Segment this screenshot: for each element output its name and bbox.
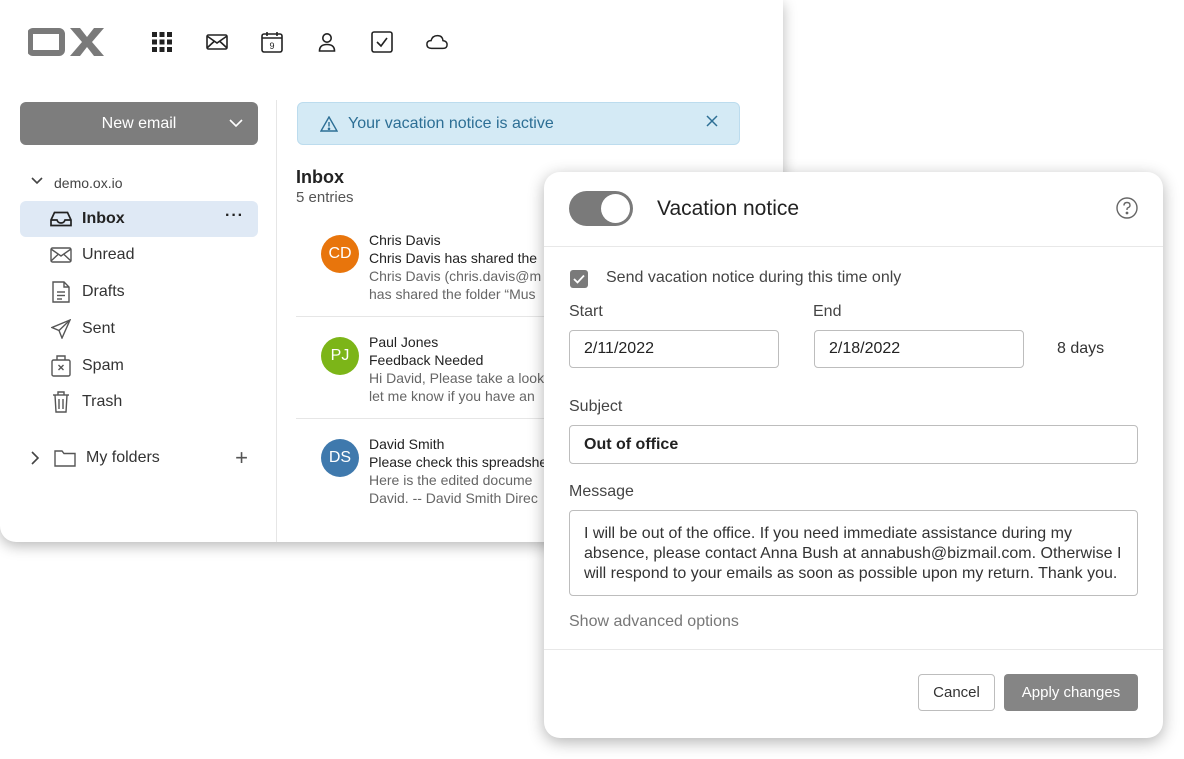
calendar-icon[interactable]: 9 — [261, 31, 283, 53]
document-icon — [50, 281, 72, 303]
avatar: PJ — [321, 337, 359, 375]
list-item[interactable]: DS David Smith Please check this spreads… — [296, 433, 556, 529]
dialog-divider — [544, 246, 1163, 247]
warning-icon — [320, 115, 338, 132]
message-preview: has shared the folder “Mus — [369, 286, 536, 302]
tasks-icon[interactable] — [371, 31, 393, 53]
end-label: End — [813, 303, 842, 320]
message-preview: David. -- David Smith Direc — [369, 490, 538, 506]
message-preview: let me know if you have an — [369, 388, 535, 404]
message-preview: Hi David, Please take a look — [369, 370, 545, 386]
toggle-knob — [601, 194, 630, 223]
sidebar-item-label: Sent — [82, 320, 115, 337]
dialog-divider — [544, 649, 1163, 650]
more-options-icon[interactable]: ··· — [225, 207, 244, 225]
vacation-notice-text: Your vacation notice is active — [348, 114, 554, 132]
sidebar-item-label: Spam — [82, 357, 124, 374]
message-from: Chris Davis — [369, 232, 441, 248]
my-folders-label: My folders — [86, 449, 160, 466]
ox-logo[interactable] — [27, 28, 106, 61]
vacation-toggle[interactable] — [569, 191, 633, 226]
message-textarea[interactable]: I will be out of the office. If you need… — [569, 510, 1138, 596]
vacation-notice-banner[interactable]: Your vacation notice is active — [297, 102, 740, 145]
trash-icon — [50, 391, 72, 413]
sidebar-item-label: Drafts — [82, 283, 125, 300]
new-email-button[interactable]: New email — [20, 102, 258, 145]
inbox-icon — [50, 211, 72, 227]
spam-icon — [50, 355, 72, 377]
message-subject: Chris Davis has shared the — [369, 250, 538, 266]
list-item[interactable]: CD Chris Davis Chris Davis has shared th… — [296, 229, 556, 325]
list-divider — [296, 316, 556, 317]
start-date-field[interactable]: 2/11/2022 — [569, 330, 779, 368]
message-label: Message — [569, 483, 634, 500]
time-only-label: Send vacation notice during this time on… — [606, 269, 902, 286]
contacts-icon[interactable] — [316, 31, 338, 53]
days-count: 8 days — [1057, 340, 1105, 357]
vacation-notice-dialog: Vacation notice Send vacation notice dur… — [544, 172, 1163, 738]
dialog-title: Vacation notice — [657, 197, 800, 220]
sidebar-item-inbox[interactable]: Inbox ··· — [20, 201, 258, 237]
subject-field[interactable]: Out of office — [569, 425, 1138, 464]
folder-icon — [54, 449, 76, 467]
message-subject: Feedback Needed — [369, 352, 484, 368]
account-node[interactable]: demo.ox.io — [30, 174, 122, 191]
list-count: 5 entries — [296, 189, 354, 206]
envelope-icon — [50, 247, 72, 263]
sidebar-item-spam[interactable]: Spam — [20, 348, 258, 384]
close-icon[interactable] — [705, 114, 719, 133]
list-title: Inbox — [296, 167, 344, 187]
message-from: Paul Jones — [369, 334, 439, 350]
calendar-day: 9 — [269, 41, 274, 51]
message-preview: Chris Davis (chris.davis@m — [369, 268, 542, 284]
chevron-right-icon[interactable] — [30, 450, 40, 466]
mail-icon[interactable] — [206, 31, 228, 53]
sidebar-item-unread[interactable]: Unread — [20, 237, 258, 273]
cancel-button[interactable]: Cancel — [918, 674, 995, 711]
sidebar-item-drafts[interactable]: Drafts — [20, 274, 258, 310]
sidebar-item-label: Unread — [82, 246, 135, 263]
message-from: David Smith — [369, 436, 445, 452]
sidebar-item-label: Trash — [82, 393, 123, 410]
my-folders-node[interactable]: My folders + — [30, 445, 258, 471]
time-only-checkbox[interactable] — [570, 270, 588, 288]
avatar: CD — [321, 235, 359, 273]
paper-plane-icon — [50, 319, 72, 339]
add-folder-button[interactable]: + — [235, 445, 248, 471]
chevron-down-icon[interactable] — [228, 115, 244, 136]
end-date-field[interactable]: 2/18/2022 — [814, 330, 1024, 368]
apps-grid-icon[interactable] — [151, 31, 173, 53]
drive-cloud-icon[interactable] — [426, 31, 448, 53]
start-label: Start — [569, 303, 603, 320]
list-divider — [296, 418, 556, 419]
sidebar-item-label: Inbox — [82, 210, 125, 227]
list-item[interactable]: PJ Paul Jones Feedback Needed Hi David, … — [296, 331, 556, 427]
sidebar-item-trash[interactable]: Trash — [20, 384, 258, 420]
show-advanced-options-link[interactable]: Show advanced options — [569, 613, 739, 631]
account-label: demo.ox.io — [54, 174, 123, 191]
sidebar-divider — [276, 100, 277, 542]
subject-label: Subject — [569, 398, 623, 415]
message-subject: Please check this spreadshe — [369, 454, 548, 470]
new-email-label: New email — [101, 114, 177, 132]
sidebar-item-sent[interactable]: Sent — [20, 311, 258, 347]
chevron-down-icon[interactable] — [30, 174, 44, 191]
apply-changes-button[interactable]: Apply changes — [1004, 674, 1138, 711]
message-preview: Here is the edited docume — [369, 472, 533, 488]
help-icon[interactable] — [1116, 197, 1138, 224]
avatar: DS — [321, 439, 359, 477]
